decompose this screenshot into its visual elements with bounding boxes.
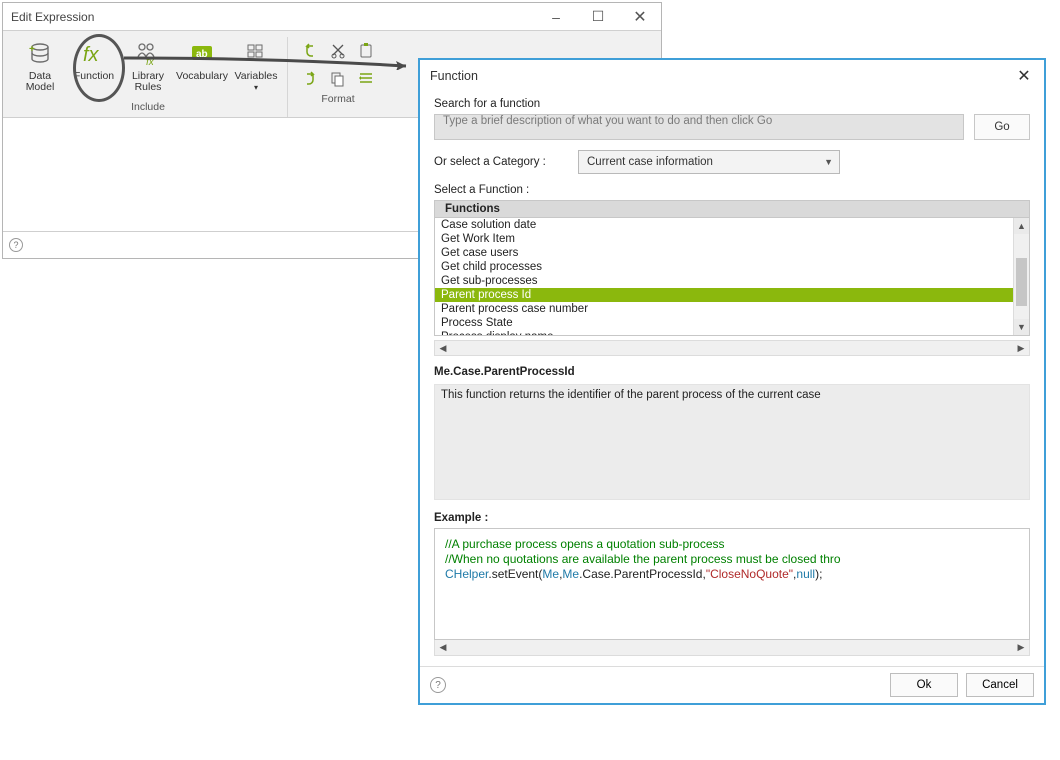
function-dialog: Function ✕ Search for a function Type a … (418, 58, 1046, 705)
cancel-button[interactable]: Cancel (966, 673, 1034, 697)
function-signature: Me.Case.ParentProcessId (434, 366, 1030, 378)
function-list-item[interactable]: Case solution date (435, 218, 1013, 232)
function-list-item[interactable]: Parent process case number (435, 302, 1013, 316)
function-list-item[interactable]: Get child processes (435, 260, 1013, 274)
function-dialog-titlebar: Function ✕ (420, 60, 1044, 92)
library-rules-label: LibraryRules (132, 71, 164, 93)
edit-title: Edit Expression (11, 10, 94, 24)
scroll-left-icon[interactable]: ◀ (435, 642, 451, 653)
indent-button[interactable] (354, 67, 378, 91)
include-caption: Include (131, 99, 165, 117)
format-caption: Format (321, 91, 354, 109)
function-list-item[interactable]: Get case users (435, 246, 1013, 260)
example-code: //A purchase process opens a quotation s… (434, 528, 1030, 640)
function-label: Function (74, 71, 114, 82)
vocabulary-icon: ab (187, 39, 217, 69)
cut-button[interactable] (326, 39, 350, 63)
category-label: Or select a Category : (434, 156, 568, 168)
maximize-button[interactable]: ☐ (577, 3, 619, 31)
vocabulary-button[interactable]: ab Vocabulary (177, 37, 227, 99)
function-list-item[interactable]: Get Work Item (435, 232, 1013, 246)
paste-button[interactable] (354, 39, 378, 63)
function-list-item[interactable]: Get sub-processes (435, 274, 1013, 288)
function-dialog-title: Function (430, 69, 478, 83)
ribbon-group-include: + DataModel fx Function fx (9, 37, 288, 117)
scrollbar-thumb[interactable] (1016, 258, 1027, 306)
example-scrollbar[interactable]: ◀ ▶ (434, 640, 1030, 656)
chevron-down-icon: ▼ (824, 157, 833, 167)
data-model-label: DataModel (26, 71, 55, 93)
library-rules-icon: fx (133, 39, 163, 69)
scroll-right-icon[interactable]: ▶ (1013, 343, 1029, 354)
select-function-label: Select a Function : (434, 184, 1030, 196)
database-icon: + (25, 39, 55, 69)
scroll-left-icon[interactable]: ◀ (435, 343, 451, 354)
function-list-item[interactable]: Process State (435, 316, 1013, 330)
category-select[interactable]: Current case information ▼ (578, 150, 840, 174)
horizontal-scrollbar[interactable]: ◀ ▶ (434, 340, 1030, 356)
ok-button[interactable]: Ok (890, 673, 958, 697)
function-list-item[interactable]: Process display name (435, 330, 1013, 335)
variables-label: Variables▾ (235, 71, 278, 93)
minimize-button[interactable]: – (535, 3, 577, 31)
variables-button[interactable]: Variables▾ (231, 37, 281, 99)
svg-text:+: + (29, 44, 35, 55)
copy-button[interactable] (326, 67, 350, 91)
scroll-down-icon[interactable]: ▼ (1014, 319, 1029, 335)
vocabulary-label: Vocabulary (176, 71, 228, 82)
fx-icon: fx (79, 39, 109, 69)
data-model-button[interactable]: + DataModel (15, 37, 65, 99)
close-button[interactable]: ✕ (619, 3, 661, 31)
go-button[interactable]: Go (974, 114, 1030, 140)
search-label: Search for a function (434, 98, 1030, 110)
function-button[interactable]: fx Function (69, 37, 119, 99)
function-list-item[interactable]: Parent process Id (435, 288, 1013, 302)
function-list-header: Functions (435, 201, 1029, 218)
function-description: This function returns the identifier of … (434, 384, 1030, 500)
edit-titlebar: Edit Expression – ☐ ✕ (3, 3, 661, 31)
function-list: Functions Case solution dateGet Work Ite… (434, 200, 1030, 336)
help-icon[interactable]: ? (430, 677, 446, 693)
vertical-scrollbar[interactable]: ▲ ▼ (1013, 218, 1029, 335)
svg-text:ab: ab (196, 49, 208, 60)
svg-text:fx: fx (83, 44, 100, 66)
redo-button[interactable] (298, 67, 322, 91)
variables-icon (241, 39, 271, 69)
library-rules-button[interactable]: fx LibraryRules (123, 37, 173, 99)
svg-text:fx: fx (146, 57, 155, 68)
help-icon[interactable]: ? (9, 238, 23, 252)
category-value: Current case information (587, 156, 713, 168)
scroll-up-icon[interactable]: ▲ (1014, 218, 1029, 234)
close-icon[interactable]: ✕ (1014, 66, 1034, 86)
ribbon-group-format: Format (288, 37, 384, 117)
undo-button[interactable] (298, 39, 322, 63)
function-dialog-footer: ? Ok Cancel (420, 666, 1044, 703)
example-label: Example : (434, 512, 1030, 524)
search-input[interactable]: Type a brief description of what you wan… (434, 114, 964, 140)
scroll-right-icon[interactable]: ▶ (1013, 642, 1029, 653)
